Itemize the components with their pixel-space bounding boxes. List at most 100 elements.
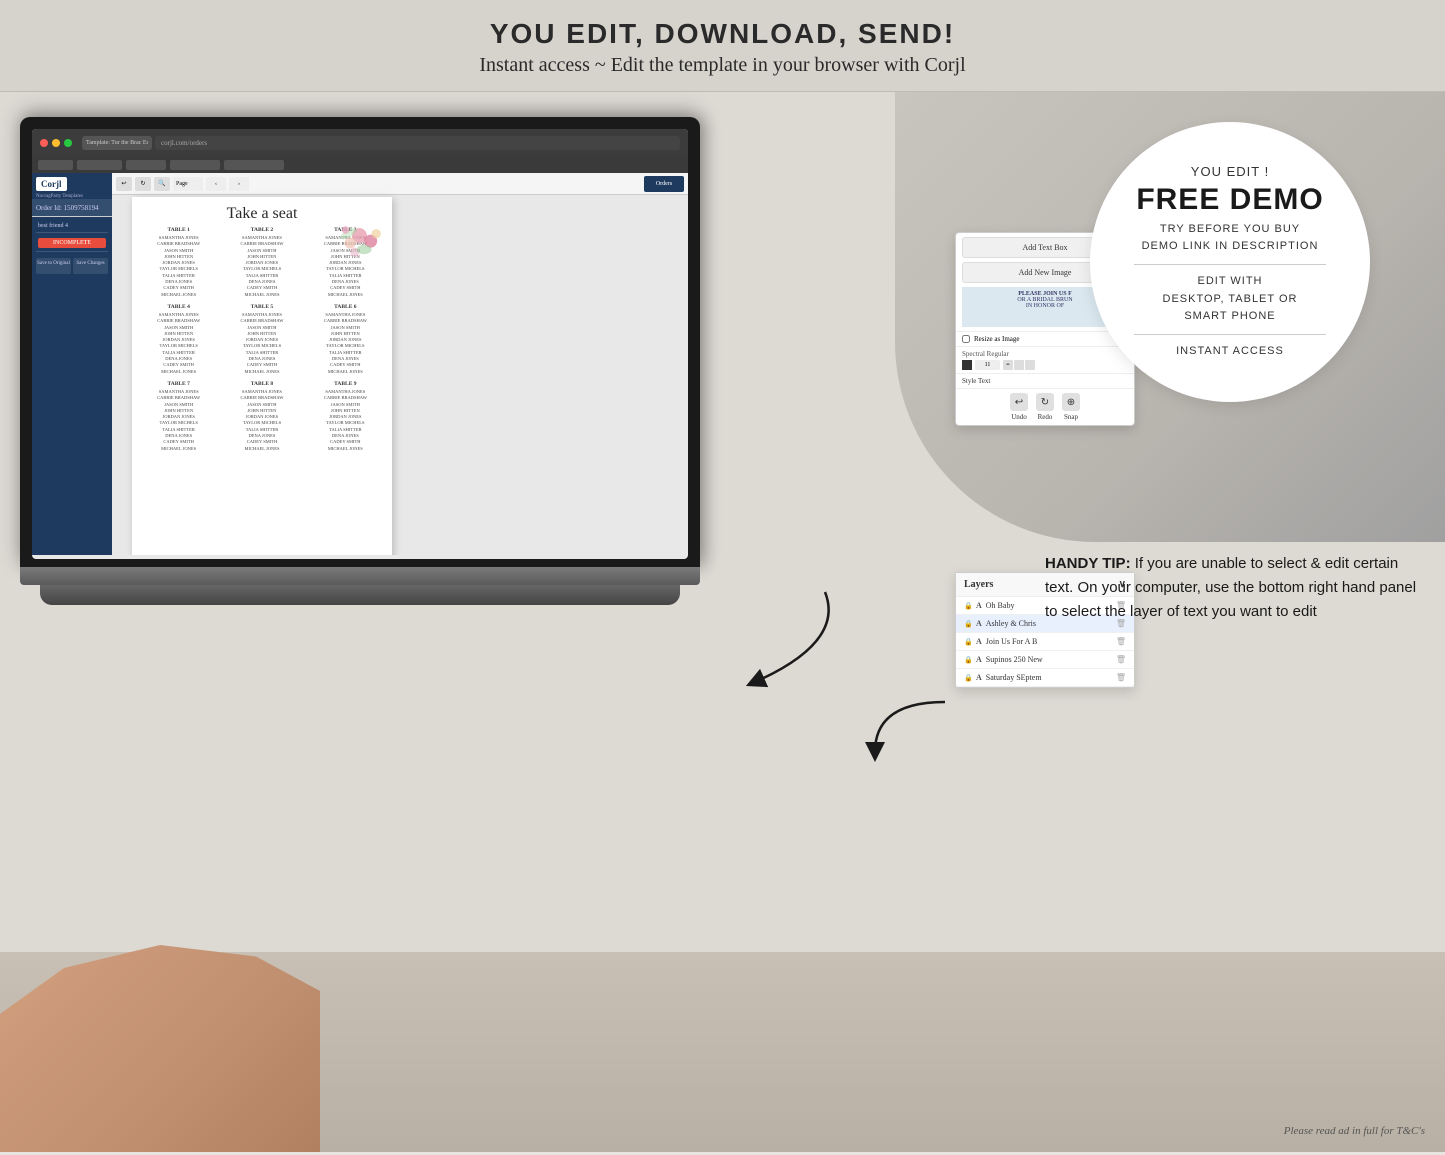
layer-item[interactable]: 🔒 A Join Us For A B 🗑 (956, 633, 1134, 651)
arrow-to-tip (725, 582, 845, 702)
table-guests-list: SAMANTHA JONES CARRIE BRADSHAW JASON SMI… (307, 389, 384, 452)
table-block: TABLE 7 SAMANTHA JONES CARRIE BRADSHAW JA… (140, 381, 217, 452)
laptop-base (40, 585, 680, 605)
banner-title: YOU EDIT, DOWNLOAD, SEND! (0, 18, 1445, 50)
layer-type-label: A (976, 655, 982, 664)
maximize-dot[interactable] (64, 139, 72, 147)
editor-sidebar: Corjl NocragParty Templates Order Id: 15… (32, 173, 112, 555)
badge-divider-2 (1134, 334, 1326, 335)
terms-text: Please read ad in full for T&C's (1284, 1125, 1425, 1137)
layer-name-label: Saturday SEptem (986, 673, 1112, 682)
undo-icon: ↩ (1010, 393, 1028, 411)
sidebar-status-row: INCOMPLETE (36, 233, 108, 252)
screen-content: Tamplate: Tur the Brac Edi... corjl.com/… (32, 129, 688, 559)
close-dot[interactable] (40, 139, 48, 147)
arrow-to-layers (865, 692, 965, 772)
seating-chart-document: Take a seat TABLE 1SAMANTHA JONES CARRIE… (132, 197, 392, 555)
table-block: TABLE 6 SAMANTHA JONES CARRIE BRADSHAW JA… (307, 304, 384, 375)
page-next[interactable]: › (229, 177, 249, 191)
table-name-label: TABLE 4 (140, 304, 217, 310)
browser-chrome: Tamplate: Tur the Brac Edi... corjl.com/… (32, 129, 688, 157)
table-block: TABLE 4 SAMANTHA JONES CARRIE BRADSHAW JA… (140, 304, 217, 375)
right-content-area: YOU EDIT ! FREE DEMO TRY BEFORE YOU BUY … (1055, 122, 1405, 402)
orders-btn[interactable]: Orders (644, 176, 684, 192)
table-guests-list: SAMANTHA JONES CARRIE BRADSHAW JASON SMI… (140, 235, 217, 298)
table-guests-list: SAMANTHA JONES CARRIE BRADSHAW JASON SMI… (307, 312, 384, 375)
badge-you-edit-label: YOU EDIT ! (1191, 164, 1269, 179)
table-name-label: TABLE 9 (307, 381, 384, 387)
table-name-label: TABLE 7 (140, 381, 217, 387)
toolbar-btn-3[interactable]: 🔍 (154, 177, 170, 191)
badge-free-demo-label: FREE DEMO (1136, 183, 1323, 217)
table-block: TABLE 1 SAMANTHA JONES CARRIE BRADSHAW JA… (140, 227, 217, 298)
layer-lock-icon: 🔒 (964, 638, 972, 646)
toolbar-btn-2[interactable]: ↻ (135, 177, 151, 191)
order-id-bar: Order Id: 1509758194 (32, 199, 112, 217)
handy-tip-section: HANDY TIP: If you are unable to select &… (1045, 552, 1425, 624)
table-name-label: TABLE 5 (223, 304, 300, 310)
badge-edit-with-label: EDIT WITH DESKTOP, TABLET OR SMART PHONE (1163, 273, 1298, 326)
table-name-label: TABLE 8 (223, 381, 300, 387)
editor-area: Corjl NocragParty Templates Order Id: 15… (32, 173, 688, 555)
table-block: TABLE 2 SAMANTHA JONES CARRIE BRADSHAW JA… (223, 227, 300, 298)
main-area: Tamplate: Tur the Brac Edi... corjl.com/… (0, 92, 1445, 1152)
minimize-dot[interactable] (52, 139, 60, 147)
layer-delete-icon[interactable]: 🗑 (1116, 637, 1126, 646)
table-name-label: TABLE 2 (223, 227, 300, 233)
handy-tip-label: HANDY TIP: (1045, 555, 1131, 572)
editor-toolbar: ↩ ↻ 🔍 Page ‹ › Orders (112, 173, 688, 195)
layer-lock-icon: 🔒 (964, 620, 972, 628)
bookmark-3[interactable] (126, 160, 166, 170)
bookmark-bar (32, 157, 688, 173)
sidebar-item-1[interactable]: best friend 4 (36, 220, 108, 233)
floral-decoration (322, 217, 397, 282)
badge-instant-access: INSTANT ACCESS (1176, 343, 1284, 361)
redo-icon: ↻ (1036, 393, 1054, 411)
page-input[interactable]: Page (173, 177, 203, 191)
layer-delete-icon[interactable]: 🗑 (1116, 655, 1126, 664)
layer-name-label: Supinos 250 New (986, 655, 1112, 664)
align-left-btn[interactable]: ≡ (1003, 360, 1013, 370)
table-block: TABLE 5 SAMANTHA JONES CARRIE BRADSHAW JA… (223, 304, 300, 375)
bookmark-5[interactable] (224, 160, 284, 170)
layer-type-label: A (976, 601, 982, 610)
table-guests-list: SAMANTHA JONES CARRIE BRADSHAW JASON SMI… (140, 312, 217, 375)
table-name-label: TABLE 6 (307, 304, 384, 310)
layers-title: Layers (964, 579, 993, 590)
layer-lock-icon: 🔒 (964, 602, 972, 610)
layer-delete-icon[interactable]: 🗑 (1116, 673, 1126, 682)
table-guests-list: SAMANTHA JONES CARRIE BRADSHAW JASON SMI… (140, 389, 217, 452)
color-picker[interactable] (962, 360, 972, 370)
table-guests-list: SAMANTHA JONES CARRIE BRADSHAW JASON SMI… (223, 235, 300, 298)
layer-type-label: A (976, 637, 982, 646)
bookmark-1[interactable] (38, 160, 73, 170)
table-block: TABLE 8SAMANTHA JONES CARRIE BRADSHAW JA… (223, 381, 300, 452)
badge-divider-1 (1134, 264, 1326, 265)
banner-subtitle: Instant access ~ Edit the template in yo… (0, 54, 1445, 77)
save-original-btn[interactable]: Save to Original (36, 258, 71, 274)
table-guests-list: SAMANTHA JONES CARRIE BRADSHAW JASON SMI… (223, 312, 300, 375)
toolbar-btn-1[interactable]: ↩ (116, 177, 132, 191)
laptop-mockup: Tamplate: Tur the Brac Edi... corjl.com/… (20, 117, 700, 605)
address-bar[interactable]: corjl.com/orders (155, 136, 680, 150)
free-demo-badge: YOU EDIT ! FREE DEMO TRY BEFORE YOU BUY … (1090, 122, 1370, 402)
page-prev[interactable]: ‹ (206, 177, 226, 191)
layer-lock-icon: 🔒 (964, 656, 972, 664)
bookmark-2[interactable] (77, 160, 122, 170)
resize-checkbox[interactable] (962, 335, 970, 343)
align-right-btn[interactable] (1025, 360, 1035, 370)
undo-tool[interactable]: ↩ Undo (1010, 393, 1028, 421)
screen-bezel: Tamplate: Tur the Brac Edi... corjl.com/… (20, 117, 700, 567)
align-center-btn[interactable] (1014, 360, 1024, 370)
table-name-label: TABLE 1 (140, 227, 217, 233)
layer-lock-icon: 🔒 (964, 674, 972, 682)
font-size-input[interactable]: 11 (975, 360, 1000, 370)
laptop-hinge (20, 567, 700, 585)
browser-tab-active[interactable]: Tamplate: Tur the Brac Edi... (82, 136, 152, 150)
redo-tool[interactable]: ↻ Redo (1036, 393, 1054, 421)
save-changes-btn[interactable]: Save Changes (73, 258, 108, 274)
layer-item[interactable]: 🔒 A Saturday SEptem 🗑 (956, 669, 1134, 687)
layer-item[interactable]: 🔒 A Supinos 250 New 🗑 (956, 651, 1134, 669)
bookmark-4[interactable] (170, 160, 220, 170)
corjl-logo-area: Corjl NocragParty Templates (36, 177, 108, 199)
